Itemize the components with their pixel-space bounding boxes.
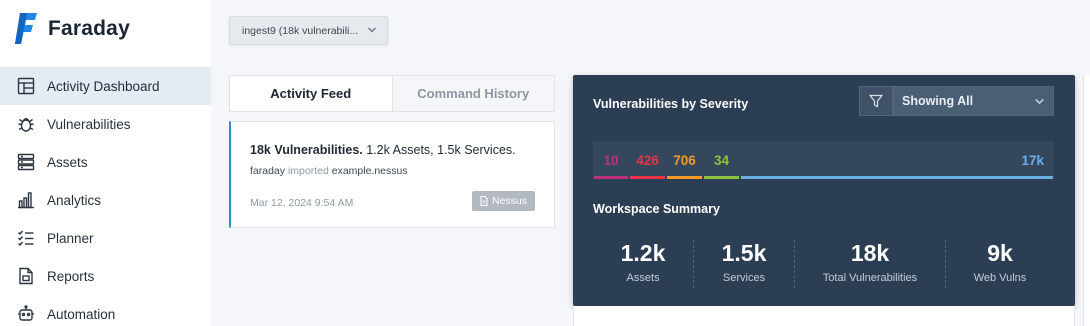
stat-value: 18k bbox=[850, 240, 890, 266]
tab-activity-feed[interactable]: Activity Feed bbox=[230, 76, 392, 111]
severity-critical[interactable]: 10 bbox=[593, 141, 629, 179]
feed-item-meta: faraday imported example.nessus bbox=[250, 165, 408, 177]
severity-critical-line bbox=[594, 176, 628, 179]
sidebar-item-label: Reports bbox=[47, 268, 95, 284]
file-icon bbox=[480, 196, 488, 206]
stat-value: 1.2k bbox=[620, 240, 666, 266]
stat-label: Total Vulnerabilities bbox=[822, 272, 918, 284]
stat-label: Web Vulns bbox=[973, 272, 1027, 284]
severity-medium[interactable]: 706 bbox=[666, 141, 703, 179]
workspace-summary-title: Workspace Summary bbox=[593, 202, 720, 216]
stat-total-vulnerabilities[interactable]: 18k Total Vulnerabilities bbox=[795, 240, 945, 284]
stat-value: 1.5k bbox=[721, 240, 767, 266]
sidebar-item-analytics[interactable]: Analytics bbox=[0, 181, 211, 219]
filter-selected: Showing All bbox=[902, 94, 974, 108]
bar-chart-icon bbox=[16, 190, 36, 210]
sidebar-item-label: Analytics bbox=[47, 192, 102, 208]
feed-file[interactable]: example.nessus bbox=[332, 165, 408, 177]
sidebar-item-reports[interactable]: Reports bbox=[0, 257, 211, 295]
sidebar: Faraday Activity Dashboard Vulnerabiliti… bbox=[0, 0, 211, 326]
feed-user[interactable]: faraday bbox=[250, 165, 285, 177]
chevron-down-icon bbox=[368, 27, 376, 33]
sidebar-nav: Activity Dashboard Vulnerabilities Asset… bbox=[0, 67, 211, 326]
severity-medium-line bbox=[667, 176, 702, 179]
sidebar-item-assets[interactable]: Assets bbox=[0, 143, 211, 181]
severity-info-count: 17k bbox=[1021, 152, 1044, 168]
feed-verb: imported bbox=[287, 165, 329, 177]
stat-services[interactable]: 1.5k Services bbox=[694, 240, 794, 284]
feed-timestamp: Mar 12, 2024 9:54 AM bbox=[250, 197, 354, 209]
feed-title-rest: 1.2k Assets, 1.5k Services. bbox=[362, 143, 516, 157]
severity-title: Vulnerabilities by Severity bbox=[593, 97, 749, 111]
robot-icon bbox=[16, 304, 36, 324]
sidebar-item-label: Activity Dashboard bbox=[47, 78, 160, 94]
server-icon bbox=[16, 152, 36, 172]
tool-badge-label: Nessus bbox=[491, 195, 527, 207]
chevron-down-icon bbox=[1035, 98, 1044, 105]
severity-info-line bbox=[741, 176, 1053, 179]
dashboard-icon bbox=[16, 76, 36, 96]
sidebar-item-automation[interactable]: Automation bbox=[0, 295, 211, 326]
faraday-logo-icon bbox=[15, 13, 37, 44]
vulnerabilities-panel: Vulnerabilities by Severity Showing All … bbox=[573, 75, 1075, 306]
stat-web-vulns[interactable]: 9k Web Vulns bbox=[946, 240, 1054, 284]
severity-info[interactable]: 17k bbox=[740, 141, 1054, 179]
sidebar-item-label: Vulnerabilities bbox=[47, 116, 131, 132]
severity-low[interactable]: 34 bbox=[703, 141, 740, 179]
sidebar-item-label: Automation bbox=[47, 306, 116, 322]
severity-high-line bbox=[630, 176, 665, 179]
sidebar-item-label: Assets bbox=[47, 154, 88, 170]
sidebar-item-label: Planner bbox=[47, 230, 94, 246]
app-name: Faraday bbox=[48, 17, 130, 40]
severity-medium-count: 706 bbox=[673, 152, 696, 168]
faraday-logo[interactable]: Faraday bbox=[14, 12, 130, 46]
report-icon bbox=[16, 266, 36, 286]
severity-filter-select[interactable]: Showing All bbox=[893, 86, 1054, 116]
severity-bar: 10 426 706 34 17k bbox=[593, 141, 1054, 179]
severity-high-count: 426 bbox=[636, 152, 659, 168]
severity-critical-count: 10 bbox=[603, 152, 619, 168]
severity-low-count: 34 bbox=[713, 152, 730, 168]
bug-icon bbox=[16, 114, 36, 134]
workspace-selected: ingest9 (18k vulnerabili... bbox=[242, 24, 358, 37]
severity-low-line bbox=[704, 176, 739, 179]
severity-high[interactable]: 426 bbox=[629, 141, 666, 179]
stat-assets[interactable]: 1.2k Assets bbox=[593, 240, 693, 284]
filter-icon bbox=[869, 94, 883, 108]
tool-badge: Nessus bbox=[471, 191, 535, 211]
filter-button[interactable] bbox=[859, 86, 893, 116]
feed-title-bold: 18k Vulnerabilities. bbox=[250, 143, 363, 157]
sidebar-item-vulnerabilities[interactable]: Vulnerabilities bbox=[0, 105, 211, 143]
tab-command-history[interactable]: Command History bbox=[391, 76, 554, 111]
activity-feed-item[interactable]: 18k Vulnerabilities. 1.2k Assets, 1.5k S… bbox=[229, 121, 555, 228]
feed-item-title: 18k Vulnerabilities. 1.2k Assets, 1.5k S… bbox=[250, 143, 516, 157]
stat-label: Services bbox=[722, 272, 766, 284]
stat-value: 9k bbox=[987, 240, 1013, 266]
feed-tabs: Activity Feed Command History bbox=[229, 75, 555, 112]
workspace-selector[interactable]: ingest9 (18k vulnerabili... bbox=[229, 16, 388, 45]
sidebar-item-planner[interactable]: Planner bbox=[0, 219, 211, 257]
stat-label: Assets bbox=[626, 272, 660, 284]
right-panel-edge bbox=[1083, 75, 1090, 326]
sidebar-item-activity-dashboard[interactable]: Activity Dashboard bbox=[0, 67, 211, 105]
checklist-icon bbox=[16, 228, 36, 248]
panel-below bbox=[573, 306, 1075, 326]
